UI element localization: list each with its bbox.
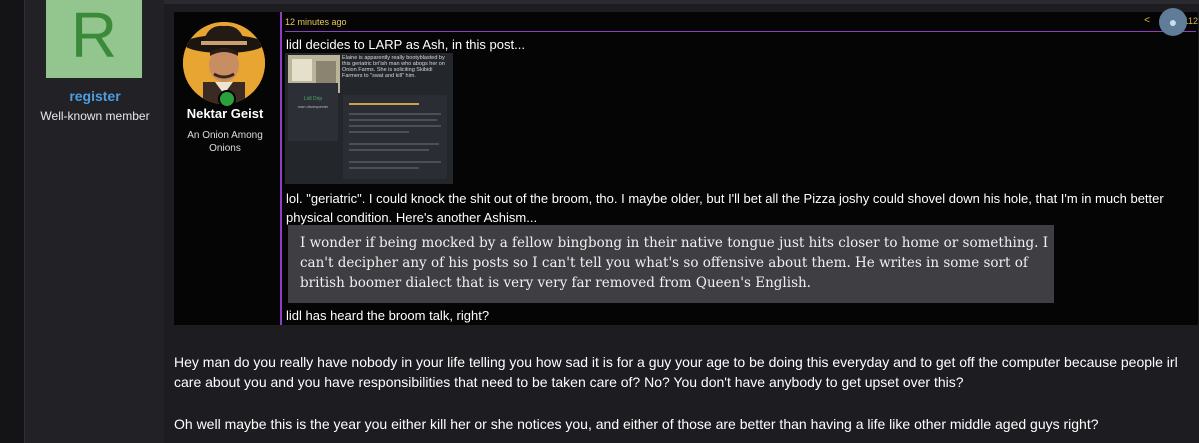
embedded-quote: Nektar Geist An Onion Among Onions 12 mi… [174,12,1198,325]
left-gutter [0,0,24,443]
embed-user-card [288,83,338,141]
post-user-column: R register Well-known member [24,0,166,443]
embed-post-body [343,95,447,179]
post-body-para2: Oh well maybe this is the year you eithe… [174,416,1099,432]
embedded-screenshot[interactable]: Elaine is apparently really bootyblasted… [285,53,453,184]
quote-divider [280,12,282,325]
quote-text-line1: lidl decides to LARP as Ash, in this pos… [286,37,525,52]
embed-user-name: Lidl Drip [303,96,323,102]
quoted-user-name[interactable]: Nektar Geist [174,106,276,121]
post-content: Nektar Geist An Onion Among Onions 12 mi… [164,0,1199,443]
share-icon[interactable]: < [1144,15,1150,26]
post-top-edge [164,0,1199,4]
user-title: Well-known member [40,109,150,123]
post-body-para1: Hey man do you really have nobody in you… [174,354,1178,390]
quote-text-para2: lol. "geriatric". I could knock the shit… [286,191,1164,225]
quote-timestamp[interactable]: 12 minutes ago [285,17,347,27]
quote-text-last: lidl has heard the broom talk, right? [286,308,490,323]
quote-header-line [285,31,1196,32]
embed-caption: Elaine is apparently really bootyblasted… [342,55,445,79]
quoted-user-title: An Onion Among Onions [187,130,263,154]
user-avatar[interactable]: R [46,0,142,78]
camera-icon[interactable]: ● [1159,8,1187,36]
embed-user-sub: man disrespecter [297,104,329,109]
username-link[interactable]: register [25,88,165,104]
nested-quote: I wonder if being mocked by a fellow bin… [288,225,1054,303]
nested-quote-text: I wonder if being mocked by a fellow bin… [300,235,1049,291]
